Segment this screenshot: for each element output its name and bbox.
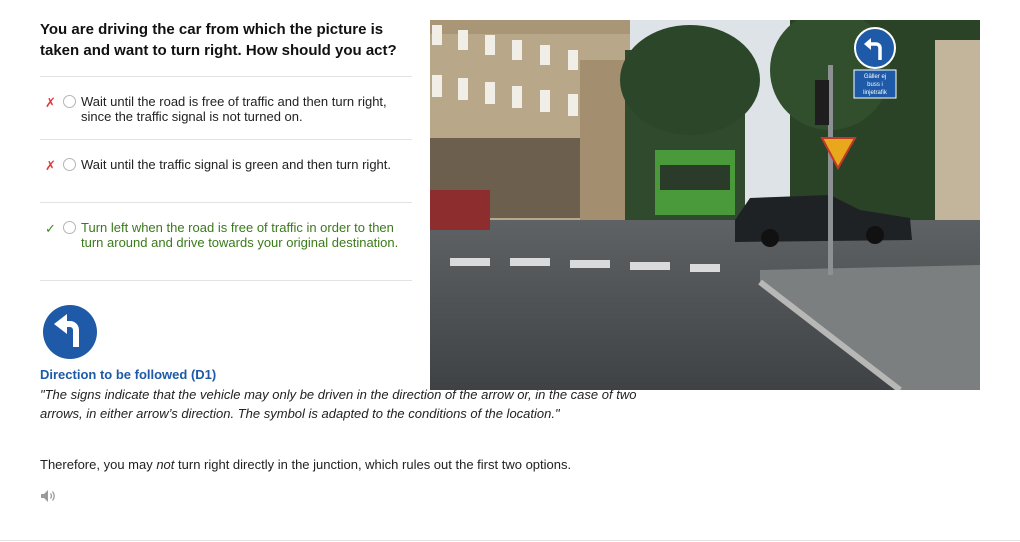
answer-option-text: Wait until the road is free of traffic a…	[81, 94, 387, 124]
wrong-mark-icon: ✗	[45, 158, 56, 173]
answer-option-text: Wait until the traffic signal is green a…	[81, 157, 392, 172]
photo-sign-text: Gäller ej	[864, 74, 886, 80]
junction-photo: Gäller ej buss i linjetrafik	[430, 20, 980, 390]
sign-title: Direction to be followed (D1)	[40, 367, 217, 382]
radio-button[interactable]	[63, 95, 76, 108]
speaker-icon[interactable]	[40, 489, 58, 503]
answer-option-text: Turn left when the road is free of traff…	[81, 220, 399, 250]
bottom-divider	[0, 540, 1020, 541]
answer-options: ✗ Wait until the road is free of traffic…	[40, 76, 412, 281]
radio-button[interactable]	[63, 158, 76, 171]
conclusion-emphasis: not	[156, 457, 175, 472]
radio-button[interactable]	[63, 221, 76, 234]
question-text: You are driving the car from which the p…	[40, 21, 397, 59]
conclusion-text-part: turn right directly in the junction, whi…	[174, 457, 572, 472]
photo-sign-text: buss i	[867, 82, 883, 88]
photo-sign-text: linjetrafik	[863, 90, 888, 96]
conclusion-text: Therefore, you may not turn right direct…	[40, 457, 640, 473]
direction-left-arrow-icon	[41, 303, 99, 361]
correct-mark-icon: ✓	[45, 221, 56, 236]
answer-option-3[interactable]: ✓ Turn left when the road is free of tra…	[40, 202, 412, 281]
answer-option-2[interactable]: ✗ Wait until the traffic signal is green…	[40, 139, 412, 202]
conclusion-text-part: Therefore, you may	[40, 457, 157, 472]
wrong-mark-icon: ✗	[45, 95, 56, 110]
sign-quote: "The signs indicate that the vehicle may…	[40, 387, 637, 421]
answer-option-1[interactable]: ✗ Wait until the road is free of traffic…	[40, 76, 412, 139]
